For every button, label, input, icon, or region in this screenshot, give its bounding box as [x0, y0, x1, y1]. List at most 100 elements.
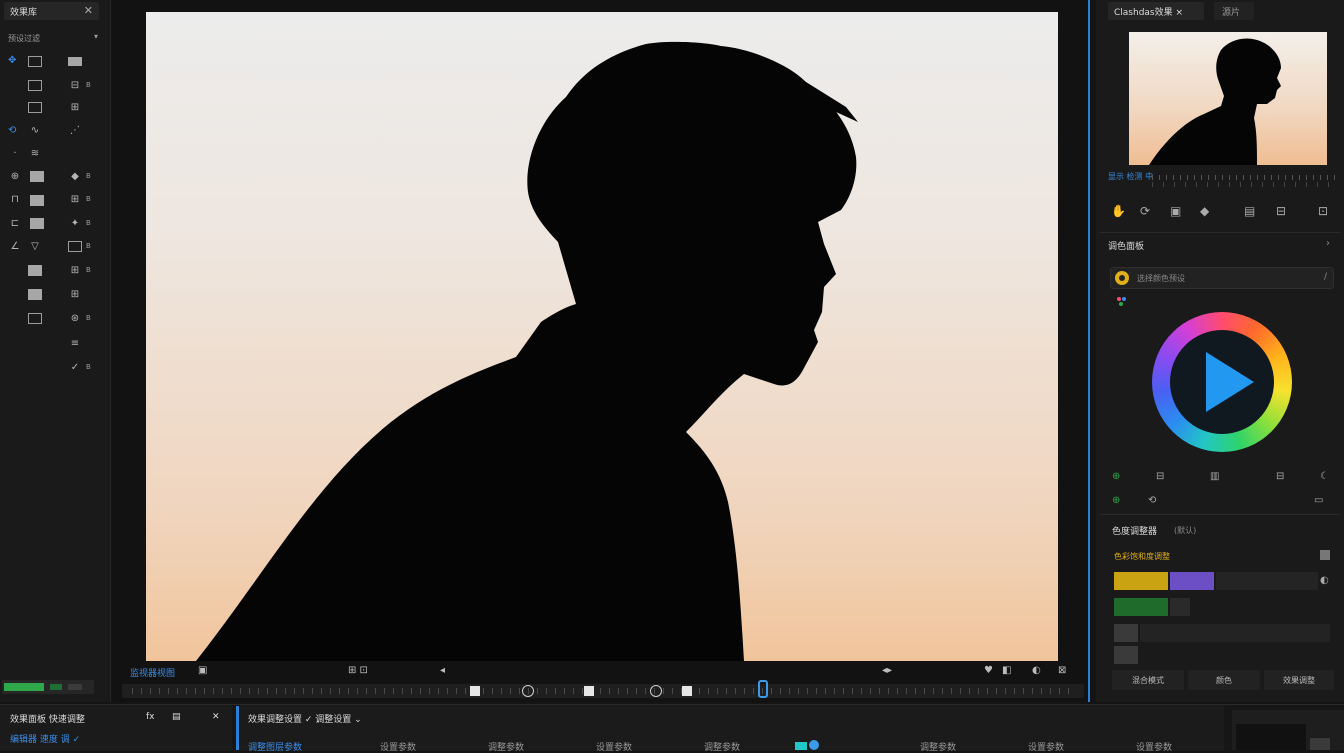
timeline-cursor[interactable] [236, 706, 239, 750]
compare-icon[interactable]: ◧ [1002, 665, 1011, 676]
fullscreen-icon[interactable]: ⊠ [1058, 665, 1066, 676]
transform-icon[interactable]: ⟲ [8, 125, 22, 136]
snapshot-icon[interactable]: ▣ [198, 665, 207, 676]
color-wheel[interactable] [1152, 312, 1292, 452]
square-icon[interactable] [28, 102, 42, 113]
picker-icon[interactable]: ⊟ [1156, 470, 1164, 484]
track-item[interactable]: 设置参数 [380, 740, 416, 753]
tab-effects[interactable]: Clashdas效果 × [1108, 2, 1204, 20]
swatch-menu-icon[interactable]: ◐ [1320, 574, 1329, 588]
film-stack-icon[interactable] [28, 289, 42, 300]
track-item[interactable]: 设置参数 [596, 740, 632, 753]
mask-icon[interactable] [30, 195, 44, 206]
add-icon[interactable]: ⊕ [1112, 470, 1120, 484]
effects-library-header[interactable]: 效果库 ✕ [4, 2, 99, 20]
split-icon[interactable]: ⊟ [1276, 204, 1286, 218]
chevron-down-icon[interactable]: ▾ [94, 32, 98, 41]
reset-icon[interactable]: ⊕ [1112, 494, 1120, 508]
effects-icon[interactable]: ◆ [68, 171, 82, 182]
gradient-icon[interactable]: ∠ [8, 241, 22, 252]
swatch-track[interactable] [1216, 572, 1318, 590]
track-item[interactable]: 设置参数 [1028, 740, 1064, 753]
text-icon[interactable]: ≋ [28, 148, 42, 159]
copy-icon[interactable]: ⊏ [8, 218, 22, 229]
preview-thumbnail[interactable] [1129, 32, 1327, 165]
grid-toggle-icon[interactable]: ⊞ ⊡ [348, 665, 368, 676]
purple-swatch[interactable] [1170, 572, 1214, 590]
list-icon[interactable]: ▤ [172, 712, 181, 722]
tree-icon[interactable]: ⊞ [68, 102, 82, 113]
chart-icon[interactable]: ⋰ [68, 125, 82, 136]
eraser-icon[interactable]: ⊓ [8, 194, 22, 205]
lock-icon[interactable]: ▣ [1170, 204, 1181, 218]
brush-icon[interactable]: ⊕ [8, 171, 22, 182]
channel-icon[interactable]: ▥ [1210, 470, 1219, 484]
mini-preview[interactable] [1232, 710, 1344, 750]
sparkle-icon[interactable]: ✓ [68, 362, 82, 373]
tab-source[interactable]: 源片 [1214, 2, 1254, 20]
color-preset-chevron[interactable]: / [1324, 272, 1327, 282]
curve-icon[interactable]: ⊟ [1276, 470, 1284, 484]
timeline-scrubber[interactable] [122, 680, 1084, 698]
cut-icon[interactable]: ✕ [212, 712, 220, 722]
cluster-icon[interactable]: ⊛ [68, 313, 82, 324]
track-item[interactable]: 设置参数 [1136, 740, 1172, 753]
track-item[interactable]: 调整参数 [704, 740, 740, 753]
rect-icon[interactable] [28, 56, 42, 67]
track-item[interactable]: 调整参数 [920, 740, 956, 753]
pen-icon[interactable]: · [8, 148, 22, 159]
hand-icon[interactable]: ✋ [1111, 204, 1126, 218]
viewer-canvas[interactable] [146, 12, 1058, 661]
export-icon[interactable]: ⊡ [1318, 204, 1328, 218]
keyframe-round-marker[interactable] [650, 685, 662, 697]
film-icon[interactable] [28, 80, 42, 91]
frame-icon[interactable]: ▽ [28, 241, 42, 252]
color-preset-field[interactable]: 选择颜色预设 / [1110, 267, 1334, 289]
playhead[interactable] [758, 680, 768, 698]
rotate-icon[interactable]: ⟳ [1140, 204, 1150, 218]
blend-mode-button[interactable]: 混合模式 [1112, 670, 1184, 690]
green-swatch[interactable] [1114, 598, 1168, 616]
effects-adjust-button[interactable]: 效果调整 [1264, 670, 1334, 690]
fx-icon[interactable]: fx [146, 712, 155, 722]
mini-preview-handle[interactable] [1310, 738, 1330, 750]
cloud-icon[interactable] [30, 171, 44, 182]
favorite-icon[interactable]: ♥ [984, 665, 993, 676]
pointer-icon[interactable]: ◆ [1200, 204, 1209, 218]
saturation-toggle-icon[interactable] [1320, 550, 1330, 560]
color-panel-header[interactable]: 调色面板 › [1100, 236, 1340, 254]
stack-icon[interactable]: ⊞ [68, 265, 82, 276]
grid-small-icon[interactable] [28, 313, 42, 324]
swatch-slot[interactable] [1114, 624, 1138, 642]
history-icon[interactable]: ⟲ [1148, 494, 1156, 508]
menu-icon[interactable]: ▭ [1314, 494, 1323, 508]
table-icon[interactable]: ⊞ [68, 194, 82, 205]
play-icon[interactable] [1206, 352, 1254, 412]
keyframe-round-marker[interactable] [522, 685, 534, 697]
moon-icon[interactable]: ☾ [1320, 470, 1329, 484]
node-icon[interactable] [30, 218, 44, 229]
wand-icon[interactable]: ✦ [68, 218, 82, 229]
move-icon[interactable]: ✥ [8, 55, 22, 66]
grid-icon[interactable]: ⊟ [68, 80, 82, 91]
preset-filter-section[interactable]: 预设过滤 ▾ [6, 32, 100, 46]
scope-icon[interactable]: ⊞ [68, 289, 82, 300]
chevron-right-icon[interactable]: › [1326, 238, 1330, 249]
keyframe-marker[interactable] [682, 686, 692, 696]
swatch-slot[interactable] [1114, 646, 1138, 664]
list-icon[interactable]: ≡ [68, 338, 82, 349]
camera-icon[interactable] [28, 265, 42, 276]
color-button[interactable]: 颜色 [1188, 670, 1260, 690]
chroma-adjuster-header[interactable]: 色度调整器 (默认) [1112, 523, 1332, 537]
active-track-marker[interactable] [795, 740, 855, 750]
wave-icon[interactable]: ∿ [28, 125, 42, 136]
monitor-icon[interactable]: ▤ [1244, 204, 1255, 218]
close-icon[interactable]: ✕ [84, 4, 93, 17]
overlay-icon[interactable]: ◐ [1032, 665, 1041, 676]
swatch-slot[interactable] [1170, 598, 1190, 616]
keyframe-marker[interactable] [584, 686, 594, 696]
layers-icon[interactable] [68, 57, 82, 66]
step-forward-icon[interactable]: ◂▸ [882, 665, 892, 676]
yellow-swatch[interactable] [1114, 572, 1168, 590]
step-back-icon[interactable]: ◂ [440, 665, 445, 676]
